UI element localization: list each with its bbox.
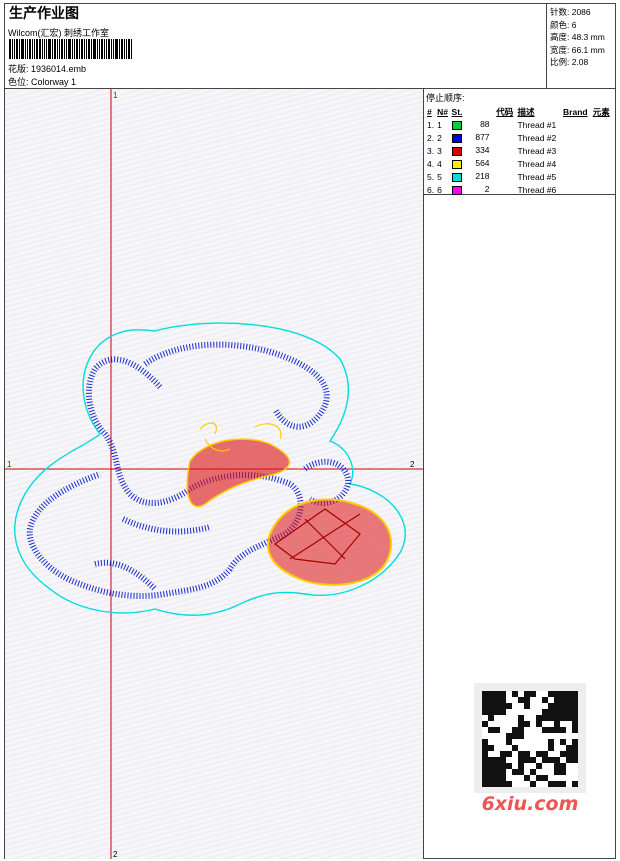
column-header: 元素 [592, 107, 610, 117]
element-cell [592, 118, 613, 131]
color-count: 颜色: 6 [550, 19, 577, 30]
thread-description: Thread #4 [517, 158, 557, 169]
needle-number: 4 [437, 158, 442, 169]
needle-number: 3 [437, 145, 442, 156]
code-cell [495, 157, 516, 170]
axis-label-v-bottom: 2 [113, 850, 118, 859]
stitch-count: 针数: 2086 [550, 7, 591, 17]
code-cell [495, 118, 516, 131]
company-name: Wilcom(汇宏) 刺绣工作室 [8, 28, 109, 38]
stop-sequence-table: # N# St. 代码 描述 Brand 元素 1. 1 88 Thread #1 2. 2 877 Th… [426, 106, 613, 196]
brand-cell [562, 144, 592, 157]
color-swatch [451, 133, 462, 143]
element-cell [592, 157, 613, 170]
design-height: 高度: 48.3 mm [550, 32, 605, 42]
code-cell [495, 131, 516, 144]
brand-cell [562, 118, 592, 131]
brand-cell [562, 170, 592, 183]
needle-number: 2 [437, 132, 442, 143]
stitch-count-cell: 564 [451, 157, 496, 170]
colorway-label: 色位: Colorway 1 [8, 77, 77, 87]
stop-number: 2. [427, 132, 435, 143]
stop-sequence-title: 停止顺序: [426, 93, 465, 103]
design-scale: 比例: 2.08 [550, 57, 589, 67]
axis-label-h-left: 1 [7, 460, 12, 469]
table-header-row: # N# St. 代码 描述 Brand 元素 [426, 106, 613, 118]
brand-cell [562, 157, 592, 170]
design-file-label: 花版: 1936014.emb [8, 64, 87, 74]
column-header: 代码 [496, 107, 514, 117]
column-header: 描述 [517, 107, 535, 117]
color-swatch [451, 172, 462, 182]
brand-cell [562, 131, 592, 144]
element-cell [592, 170, 613, 183]
table-row: 3. 3 334 Thread #3 [426, 144, 613, 157]
watermark-logo: 6xiu.com [481, 793, 579, 815]
header-panel: 生产作业图 Wilcom(汇宏) 刺绣工作室 花版: 1936014.emb 色… [5, 4, 547, 89]
stop-number: 3. [427, 145, 435, 156]
thread-description: Thread #2 [517, 132, 557, 143]
table-row: 1. 1 88 Thread #1 [426, 118, 613, 131]
stitch-count-cell: 218 [451, 170, 496, 183]
thread-description: Thread #1 [517, 119, 557, 130]
right-lower-panel: 6xiu.com [424, 195, 615, 859]
spec-panel: 针数: 2086 颜色: 6 高度: 48.3 mm 宽度: 66.1 mm 比… [547, 4, 615, 89]
table-row: 2. 2 877 Thread #2 [426, 131, 613, 144]
barcode-image [9, 39, 143, 59]
code-cell [495, 144, 516, 157]
design-canvas: 1 2 1 2 [5, 89, 424, 859]
color-swatch [451, 146, 462, 156]
column-header: N# [437, 107, 449, 117]
stitch-count-cell: 334 [451, 144, 496, 157]
qr-code [474, 683, 586, 793]
design-width: 宽度: 66.1 mm [550, 44, 605, 55]
axis-label-v-top: 1 [113, 91, 118, 100]
stop-number: 1. [427, 119, 435, 130]
table-row: 4. 4 564 Thread #4 [426, 157, 613, 170]
stitch-count-cell: 877 [451, 131, 496, 144]
column-header: Brand [563, 107, 588, 117]
color-swatch [451, 159, 462, 169]
color-swatch [451, 185, 462, 195]
color-swatch [451, 120, 462, 130]
axis-label-h-right: 2 [410, 460, 415, 469]
stitch-count-cell: 88 [451, 118, 496, 131]
qr-code-pattern [482, 691, 578, 787]
element-cell [592, 131, 613, 144]
code-cell [495, 170, 516, 183]
needle-number: 1 [437, 119, 442, 130]
needle-number: 5 [437, 171, 442, 182]
embroidery-preview: 1 2 1 2 [5, 89, 423, 859]
red-fill-patch-center [186, 438, 291, 508]
production-sheet: 生产作业图 Wilcom(汇宏) 刺绣工作室 花版: 1936014.emb 色… [4, 3, 616, 859]
column-header: # [427, 107, 432, 117]
element-cell [592, 144, 613, 157]
table-row: 5. 5 218 Thread #5 [426, 170, 613, 183]
thread-description: Thread #3 [517, 145, 557, 156]
thread-description: Thread #5 [517, 171, 557, 182]
stop-number: 4. [427, 158, 435, 169]
column-header: St. [451, 107, 463, 117]
stop-sequence-panel: 停止顺序: # N# St. 代码 描述 Brand 元素 1. 1 88 Thread #1 2.… [424, 89, 615, 195]
stop-number: 5. [427, 171, 435, 182]
page-title: 生产作业图 [9, 6, 79, 22]
